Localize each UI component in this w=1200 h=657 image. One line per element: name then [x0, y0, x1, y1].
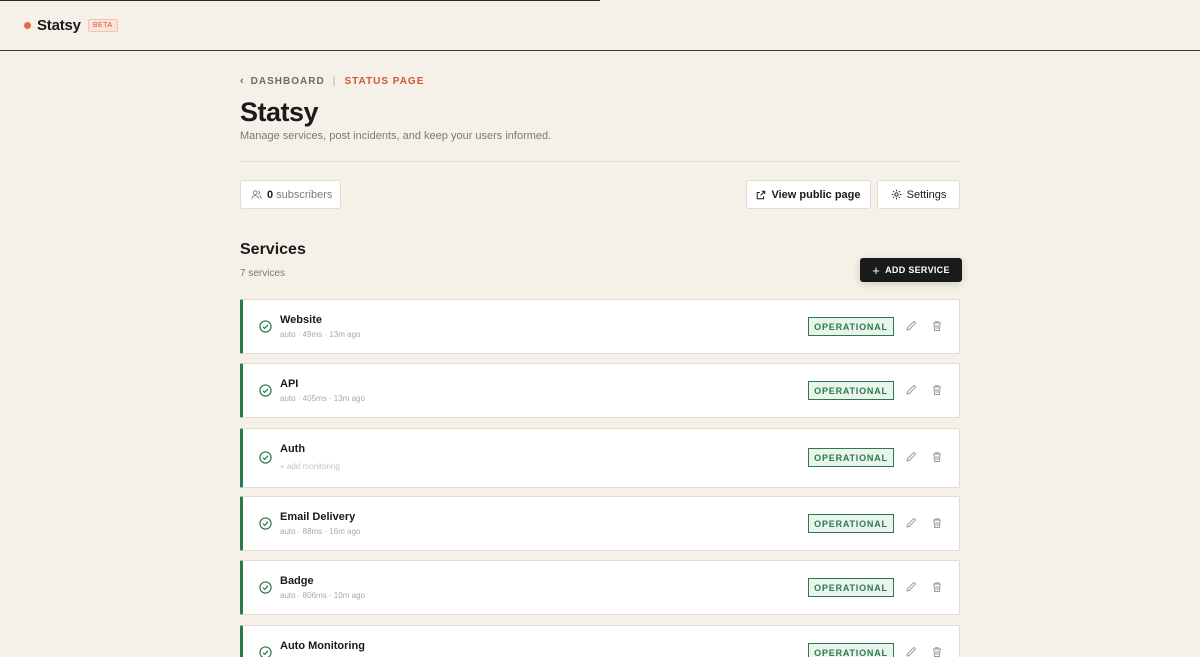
check-circle-icon — [259, 384, 272, 397]
settings-button[interactable]: Settings — [877, 180, 960, 209]
status-badge: OPERATIONAL — [808, 578, 894, 597]
view-public-page-button[interactable]: View public page — [746, 180, 871, 209]
add-service-label: ADD SERVICE — [885, 265, 950, 275]
check-circle-icon — [259, 581, 272, 594]
brand-name[interactable]: Statsy — [37, 17, 81, 34]
status-badge: OPERATIONAL — [808, 317, 894, 336]
users-icon — [251, 190, 262, 199]
trash-icon[interactable] — [931, 581, 943, 593]
status-badge: OPERATIONAL — [808, 448, 894, 467]
add-monitoring-link[interactable]: + add monitoring — [280, 462, 340, 471]
pencil-icon[interactable] — [905, 646, 917, 657]
status-badge: OPERATIONAL — [808, 643, 894, 657]
view-public-page-label: View public page — [771, 188, 861, 201]
breadcrumb: ‹ DASHBOARD | STATUS PAGE — [240, 75, 424, 87]
service-name: Auth — [280, 443, 306, 455]
page-title: Statsy — [240, 97, 319, 127]
add-service-button[interactable]: + ADD SERVICE — [860, 258, 962, 282]
beta-badge: BETA — [87, 18, 118, 32]
service-row[interactable]: Auth + add monitoring OPERATIONAL — [240, 428, 960, 488]
pencil-icon[interactable] — [905, 320, 917, 332]
pencil-icon[interactable] — [905, 581, 917, 593]
top-rule — [0, 0, 600, 1]
pencil-icon[interactable] — [905, 451, 917, 463]
breadcrumb-separator: | — [332, 75, 337, 87]
breadcrumb-dashboard-link[interactable]: ‹ DASHBOARD — [240, 75, 325, 87]
check-circle-icon — [259, 320, 272, 333]
services-heading: Services — [240, 241, 306, 258]
brand-dot-icon — [24, 21, 31, 29]
gear-icon — [891, 189, 901, 200]
check-circle-icon — [259, 646, 272, 657]
service-meta: auto · 88ms · 16m ago — [280, 527, 361, 536]
trash-icon[interactable] — [931, 320, 943, 332]
subscribers-pill[interactable]: 0 subscribers — [240, 180, 341, 209]
trash-icon[interactable] — [931, 646, 943, 657]
service-row[interactable]: Auto Monitoring OPERATIONAL — [240, 625, 960, 657]
header-divider — [240, 161, 960, 162]
breadcrumb-current: STATUS PAGE — [344, 75, 425, 87]
service-row[interactable]: API auto · 405ms · 13m ago OPERATIONAL — [240, 363, 960, 418]
plus-icon: + — [872, 262, 881, 278]
external-link-icon — [757, 190, 766, 199]
status-badge: OPERATIONAL — [808, 381, 894, 400]
service-name: Auto Monitoring — [280, 640, 365, 652]
service-row[interactable]: Email Delivery auto · 88ms · 16m ago OPE… — [240, 496, 960, 551]
service-meta: auto · 49ms · 13m ago — [280, 330, 361, 339]
breadcrumb-dashboard-label: DASHBOARD — [250, 75, 325, 87]
service-meta: auto · 405ms · 13m ago — [280, 394, 365, 403]
top-bar: Statsy BETA — [0, 0, 1200, 51]
service-meta: auto · 806ms · 10m ago — [280, 591, 365, 600]
chevron-left-icon: ‹ — [240, 75, 245, 87]
subscriber-label: subscribers — [276, 188, 333, 201]
service-row[interactable]: Badge auto · 806ms · 10m ago OPERATIONAL — [240, 560, 960, 615]
trash-icon[interactable] — [931, 384, 943, 396]
services-count: 7 services — [240, 268, 286, 279]
trash-icon[interactable] — [931, 451, 943, 463]
trash-icon[interactable] — [931, 517, 943, 529]
service-name: Email Delivery — [280, 511, 356, 523]
service-name: Badge — [280, 575, 314, 587]
service-row[interactable]: Website auto · 49ms · 13m ago OPERATIONA… — [240, 299, 960, 354]
status-badge: OPERATIONAL — [808, 514, 894, 533]
page-subtitle: Manage services, post incidents, and kee… — [240, 130, 552, 142]
check-circle-icon — [259, 517, 272, 530]
settings-label: Settings — [906, 188, 947, 201]
pencil-icon[interactable] — [905, 384, 917, 396]
pencil-icon[interactable] — [905, 517, 917, 529]
check-circle-icon — [259, 451, 272, 464]
service-name: API — [280, 378, 299, 390]
service-name: Website — [280, 314, 322, 326]
subscriber-count: 0 — [267, 188, 274, 201]
